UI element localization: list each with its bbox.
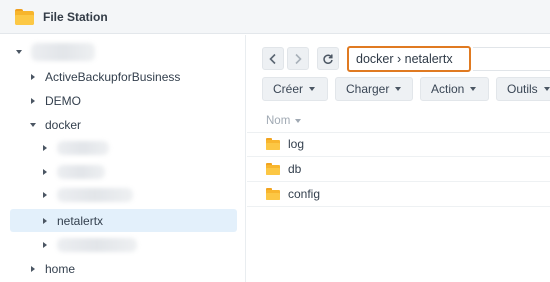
tree-item-label: home [45,262,76,276]
tools-button[interactable]: Outils [496,77,550,101]
caret-right-icon[interactable] [40,240,50,250]
tree-item-label: DEMO [45,94,81,108]
tree-item-redacted-1[interactable] [40,137,109,159]
sort-caret-icon [295,119,302,123]
caret-right-icon[interactable] [28,72,38,82]
refresh-icon [323,54,333,64]
tree-item-docker[interactable]: docker [28,114,81,136]
file-name: log [288,137,305,151]
title-bar: File Station [0,0,550,34]
dropdown-caret-icon [470,87,477,91]
file-name: db [288,162,302,176]
tree-item-label: ActiveBackupforBusiness [45,70,181,84]
upload-button[interactable]: Charger [335,77,413,101]
create-button[interactable]: Créer [262,77,328,101]
folder-tree: ActiveBackupforBusiness DEMO docker neta… [0,35,246,282]
back-arrow-icon [269,53,276,64]
caret-down-icon[interactable] [14,47,24,57]
forward-button[interactable] [287,47,309,70]
refresh-button[interactable] [317,47,339,70]
dropdown-caret-icon [543,87,550,91]
column-name-label: Nom [266,115,291,127]
caret-right-icon[interactable] [40,216,50,226]
caret-right-icon[interactable] [28,264,38,274]
column-name[interactable]: Nom [266,115,302,127]
tree-item-netalertx[interactable]: netalertx [40,210,103,232]
dropdown-caret-icon [395,87,402,91]
path-bar[interactable]: docker › netalertx [347,46,471,72]
file-row[interactable]: config [247,183,550,207]
caret-right-icon[interactable] [28,96,38,106]
caret-right-icon[interactable] [40,143,50,153]
file-station-icon [15,9,34,25]
redacted-label [31,43,95,61]
tree-item-label: docker [45,118,82,132]
folder-icon [266,188,280,200]
caret-right-icon[interactable] [40,167,50,177]
tree-item-activebackup[interactable]: ActiveBackupforBusiness [28,66,180,88]
caret-right-icon[interactable] [40,190,50,200]
tree-item-label: netalertx [57,214,104,228]
caret-down-icon[interactable] [28,120,38,130]
create-label: Créer [273,82,304,96]
file-list-header: Nom [247,111,550,133]
tree-item-redacted-4[interactable] [40,234,137,256]
tree-item-redacted-3[interactable] [40,184,133,206]
redacted-label [57,188,133,202]
app-title: File Station [43,10,108,24]
redacted-label [57,141,109,155]
action-label: Action [431,82,465,96]
redacted-label [57,238,137,252]
redacted-label [57,165,105,179]
main-panel: docker › netalertx Créer Charger Action … [247,35,550,282]
folder-icon [266,138,280,150]
action-button[interactable]: Action [420,77,489,101]
tree-item-home[interactable]: home [28,258,75,280]
dropdown-caret-icon [309,87,316,91]
path-text: docker › netalertx [356,52,453,66]
upload-label: Charger [346,82,390,96]
file-name: config [288,187,321,201]
tools-label: Outils [507,82,538,96]
path-bar-extension [473,47,550,71]
tree-item-demo[interactable]: DEMO [28,90,81,112]
folder-icon [266,163,280,175]
file-row[interactable]: db [247,158,550,182]
back-button[interactable] [262,47,284,70]
forward-arrow-icon [295,53,302,64]
file-row[interactable]: log [247,133,550,157]
tree-root[interactable] [14,41,95,63]
tree-item-redacted-2[interactable] [40,161,105,183]
